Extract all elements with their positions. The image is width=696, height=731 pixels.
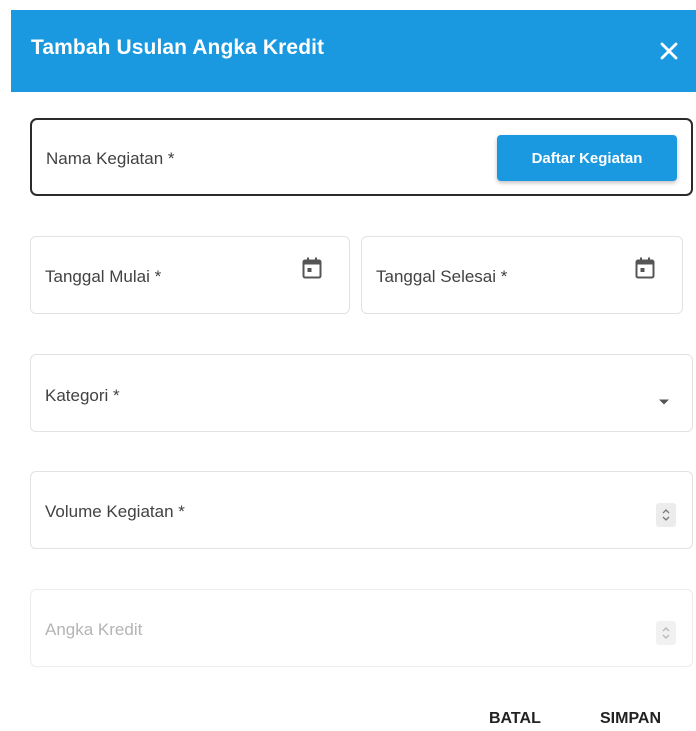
kategori-label: Kategori *	[45, 386, 120, 405]
chevron-down-icon[interactable]	[658, 393, 670, 405]
calendar-icon[interactable]	[635, 257, 655, 279]
cancel-button[interactable]: BATAL	[489, 709, 541, 729]
tanggal-selesai-label: Tanggal Selesai *	[376, 267, 508, 286]
nama-kegiatan-field[interactable]: Nama Kegiatan * Daftar Kegiatan	[30, 118, 693, 196]
volume-kegiatan-field[interactable]: Volume Kegiatan *	[30, 471, 693, 549]
calendar-icon[interactable]	[302, 257, 322, 279]
kategori-select[interactable]: Kategori *	[30, 354, 693, 432]
daftar-kegiatan-button[interactable]: Daftar Kegiatan	[497, 135, 677, 181]
angka-kredit-field: Angka Kredit	[30, 589, 693, 667]
volume-kegiatan-label: Volume Kegiatan *	[45, 502, 185, 521]
angka-kredit-label: Angka Kredit	[45, 620, 143, 639]
dialog-title: Tambah Usulan Angka Kredit	[31, 36, 325, 59]
tanggal-mulai-label: Tanggal Mulai *	[45, 267, 162, 286]
spinner-icon	[656, 621, 676, 645]
tanggal-mulai-field[interactable]: Tanggal Mulai *	[30, 236, 350, 314]
dialog-header: Tambah Usulan Angka Kredit	[11, 10, 696, 92]
tanggal-selesai-field[interactable]: Tanggal Selesai *	[361, 236, 683, 314]
nama-kegiatan-label: Nama Kegiatan *	[46, 149, 175, 168]
save-button[interactable]: SIMPAN	[600, 709, 661, 729]
spinner-icon[interactable]	[656, 503, 676, 527]
close-icon[interactable]	[658, 40, 680, 62]
